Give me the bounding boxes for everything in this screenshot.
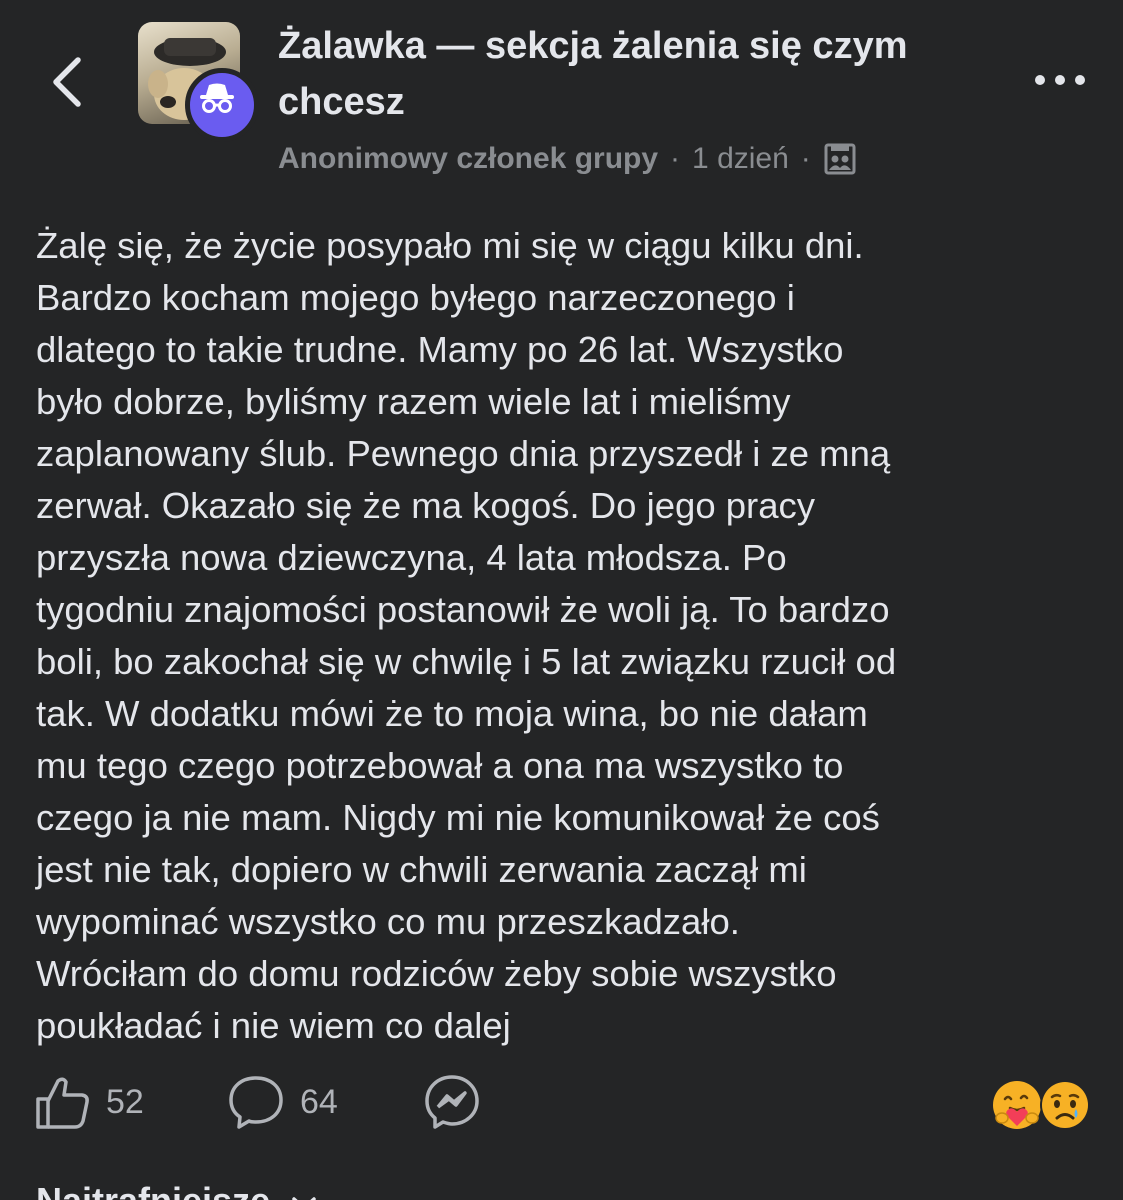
comment-button[interactable]: 64 [226,1070,338,1134]
comments-sort-dropdown[interactable]: Najtrafniejsze [36,1180,318,1200]
post-text: Żalę się, że życie posypało mi się w cią… [36,225,897,1046]
post-title-block: Żalawka — sekcja żalenia się czym chcesz… [278,18,1018,176]
send-messenger-button[interactable] [422,1070,482,1134]
anonymous-badge [185,68,259,142]
author-name[interactable]: Anonimowy członek grupy [278,142,658,176]
like-button[interactable]: 52 [34,1070,144,1134]
group-audience-icon [824,143,856,175]
incognito-icon [200,83,234,113]
more-options-button[interactable] [1030,62,1090,98]
group-title[interactable]: Żalawka — sekcja żalenia się czym chcesz [278,18,1018,130]
meta-separator: · [800,142,811,175]
back-button[interactable] [40,52,96,112]
messenger-icon [425,1075,479,1129]
meta-separator: · [670,142,681,175]
like-count: 52 [106,1082,144,1121]
post-meta: Anonimowy członek grupy · 1 dzień · [278,142,1018,176]
comment-count: 64 [300,1082,338,1121]
thumbs-up-icon [36,1077,89,1129]
post-time[interactable]: 1 dzień [692,142,789,176]
group-avatar[interactable] [138,22,270,142]
post-actions: 52 64 [0,1070,1123,1134]
comment-bubble-icon [229,1076,283,1129]
chevron-left-icon [53,57,81,107]
sad-reaction-icon [1040,1080,1090,1130]
chevron-down-icon [292,1197,316,1200]
comments-sort-label: Najtrafniejsze [36,1180,270,1200]
care-reaction-icon [993,1081,1041,1129]
more-horizontal-icon [1035,75,1085,85]
reactions-summary[interactable] [990,1078,1100,1132]
post-header: Żalawka — sekcja żalenia się czym chcesz… [0,0,1123,190]
